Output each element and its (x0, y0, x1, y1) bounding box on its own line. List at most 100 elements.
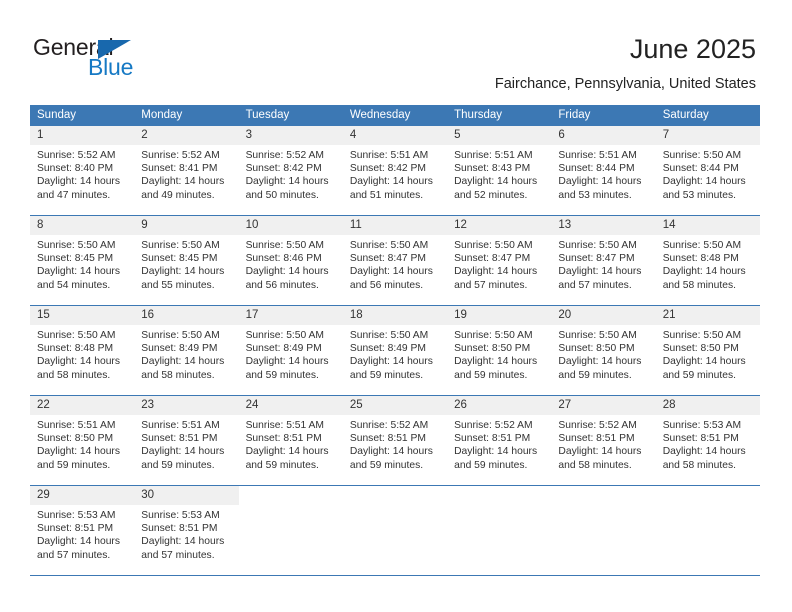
sunset-text: Sunset: 8:51 PM (662, 433, 739, 445)
day-number: 13 (551, 216, 656, 235)
calendar-day-cell[interactable]: 10 Sunrise: 5:50 AM Sunset: 8:46 PM Dayligh… (238, 215, 343, 306)
daylight-text: Daylight: 14 hours and 59 minutes. (37, 446, 120, 471)
sunrise-text: Sunrise: 5:50 AM (558, 330, 637, 341)
calendar-day-cell[interactable]: 30 Sunrise: 5:53 AM Sunset: 8:51 PM Dayligh… (134, 485, 239, 576)
day-number: 10 (238, 216, 343, 235)
day-sun-info: Sunrise: 5:50 AM Sunset: 8:47 PM Daylight:… (343, 235, 447, 292)
sunset-text: Sunset: 8:51 PM (245, 433, 322, 445)
calendar-week-row: 15 Sunrise: 5:50 AM Sunset: 8:48 PM Dayligh… (30, 305, 760, 396)
sunset-text: Sunset: 8:51 PM (349, 433, 426, 445)
calendar-day-cell[interactable]: 29 Sunrise: 5:53 AM Sunset: 8:51 PM Dayligh… (30, 485, 135, 576)
day-sun-info: Sunrise: 5:52 AM Sunset: 8:40 PM Daylight:… (30, 145, 134, 202)
calendar-cell-empty (551, 485, 656, 576)
day-sun-info: Sunrise: 5:50 AM Sunset: 8:50 PM Daylight:… (447, 325, 551, 382)
calendar-week-row: 29 Sunrise: 5:53 AM Sunset: 8:51 PM Dayligh… (30, 485, 760, 576)
calendar-day-cell[interactable]: 4 Sunrise: 5:51 AM Sunset: 8:42 PM Daylight… (342, 126, 448, 216)
sunrise-text: Sunrise: 5:50 AM (662, 150, 742, 161)
day-sun-info: Sunrise: 5:50 AM Sunset: 8:49 PM Daylight:… (134, 325, 238, 382)
daylight-text: Daylight: 14 hours and 57 minutes. (454, 266, 538, 291)
sunset-text: Sunset: 8:47 PM (454, 253, 531, 265)
calendar-day-cell[interactable]: 15 Sunrise: 5:50 AM Sunset: 8:48 PM Dayligh… (30, 305, 135, 396)
page-header: General Blue June 2025 Fairchance, Penns… (0, 0, 792, 100)
daylight-text: Daylight: 14 hours and 59 minutes. (141, 446, 225, 471)
daylight-text: Daylight: 14 hours and 51 minutes. (349, 176, 433, 201)
generalblue-logo[interactable]: General Blue (33, 34, 223, 84)
calendar-cell-empty (655, 485, 760, 576)
sunset-text: Sunset: 8:47 PM (558, 253, 635, 265)
day-number (239, 486, 343, 505)
calendar-page: General Blue June 2025 Fairchance, Penns… (0, 0, 792, 612)
calendar-day-cell[interactable]: 16 Sunrise: 5:50 AM Sunset: 8:49 PM Dayligh… (134, 305, 239, 396)
calendar-day-cell[interactable]: 9 Sunrise: 5:50 AM Sunset: 8:45 PM Daylight… (134, 215, 239, 306)
calendar-day-cell[interactable]: 24 Sunrise: 5:51 AM Sunset: 8:51 PM Dayligh… (238, 395, 343, 486)
day-number: 7 (655, 126, 760, 145)
daylight-text: Daylight: 14 hours and 50 minutes. (245, 176, 329, 201)
sunrise-text: Sunrise: 5:53 AM (662, 420, 742, 431)
day-sun-info: Sunrise: 5:50 AM Sunset: 8:44 PM Daylight:… (656, 145, 760, 202)
weekday-header-sunday: Sunday (30, 105, 135, 126)
calendar-day-cell[interactable]: 26 Sunrise: 5:52 AM Sunset: 8:51 PM Dayligh… (447, 395, 552, 486)
daylight-text: Daylight: 14 hours and 54 minutes. (37, 266, 120, 291)
day-number: 12 (447, 216, 552, 235)
daylight-text: Daylight: 14 hours and 52 minutes. (454, 176, 538, 201)
calendar-week-row: 22 Sunrise: 5:51 AM Sunset: 8:50 PM Dayligh… (30, 395, 760, 486)
day-sun-info: Sunrise: 5:52 AM Sunset: 8:51 PM Daylight:… (551, 415, 655, 472)
day-sun-info: Sunrise: 5:51 AM Sunset: 8:51 PM Daylight:… (134, 415, 238, 472)
calendar-day-cell[interactable]: 12 Sunrise: 5:50 AM Sunset: 8:47 PM Dayligh… (447, 215, 552, 306)
sunrise-text: Sunrise: 5:51 AM (558, 150, 637, 161)
calendar-day-cell[interactable]: 17 Sunrise: 5:50 AM Sunset: 8:49 PM Dayligh… (238, 305, 343, 396)
calendar-day-cell[interactable]: 11 Sunrise: 5:50 AM Sunset: 8:47 PM Dayligh… (342, 215, 448, 306)
sunrise-text: Sunrise: 5:51 AM (245, 420, 324, 431)
sunset-text: Sunset: 8:43 PM (454, 163, 531, 175)
calendar-day-cell[interactable]: 8 Sunrise: 5:50 AM Sunset: 8:45 PM Daylight… (30, 215, 135, 306)
calendar-day-cell[interactable]: 18 Sunrise: 5:50 AM Sunset: 8:49 PM Dayligh… (342, 305, 448, 396)
calendar-day-cell[interactable]: 28 Sunrise: 5:53 AM Sunset: 8:51 PM Dayligh… (655, 395, 760, 486)
sunrise-text: Sunrise: 5:51 AM (454, 150, 533, 161)
calendar-day-cell[interactable]: 13 Sunrise: 5:50 AM Sunset: 8:47 PM Dayligh… (551, 215, 656, 306)
calendar-day-cell[interactable]: 23 Sunrise: 5:51 AM Sunset: 8:51 PM Dayligh… (134, 395, 239, 486)
calendar-day-cell[interactable]: 7 Sunrise: 5:50 AM Sunset: 8:44 PM Daylight… (655, 126, 760, 216)
sunset-text: Sunset: 8:51 PM (141, 523, 218, 535)
day-sun-info: Sunrise: 5:51 AM Sunset: 8:43 PM Daylight:… (447, 145, 551, 202)
calendar-day-cell[interactable]: 3 Sunrise: 5:52 AM Sunset: 8:42 PM Daylight… (238, 126, 343, 216)
weekday-header-friday: Friday (551, 105, 656, 126)
sunset-text: Sunset: 8:51 PM (37, 523, 114, 535)
calendar-day-cell[interactable]: 19 Sunrise: 5:50 AM Sunset: 8:50 PM Dayligh… (447, 305, 552, 396)
calendar-day-cell[interactable]: 14 Sunrise: 5:50 AM Sunset: 8:48 PM Dayligh… (655, 215, 760, 306)
calendar-day-cell[interactable]: 27 Sunrise: 5:52 AM Sunset: 8:51 PM Dayligh… (551, 395, 656, 486)
day-sun-info: Sunrise: 5:50 AM Sunset: 8:45 PM Daylight:… (134, 235, 238, 292)
sunset-text: Sunset: 8:50 PM (37, 433, 114, 445)
sunset-text: Sunset: 8:49 PM (245, 343, 322, 355)
calendar-day-cell[interactable]: 5 Sunrise: 5:51 AM Sunset: 8:43 PM Daylight… (447, 126, 552, 216)
day-sun-info: Sunrise: 5:53 AM Sunset: 8:51 PM Daylight:… (30, 505, 134, 562)
day-sun-info: Sunrise: 5:50 AM Sunset: 8:46 PM Daylight:… (239, 235, 343, 292)
day-number: 14 (655, 216, 760, 235)
day-sun-info: Sunrise: 5:51 AM Sunset: 8:42 PM Daylight:… (343, 145, 447, 202)
calendar-day-cell[interactable]: 22 Sunrise: 5:51 AM Sunset: 8:50 PM Dayligh… (30, 395, 135, 486)
calendar-cell-empty (342, 485, 448, 576)
sunset-text: Sunset: 8:42 PM (349, 163, 426, 175)
calendar-day-cell[interactable]: 1 Sunrise: 5:52 AM Sunset: 8:40 PM Daylight… (30, 126, 135, 216)
sunrise-text: Sunrise: 5:50 AM (454, 240, 533, 251)
calendar-day-cell[interactable]: 25 Sunrise: 5:52 AM Sunset: 8:51 PM Dayligh… (342, 395, 448, 486)
sunset-text: Sunset: 8:48 PM (37, 343, 114, 355)
calendar-day-cell[interactable]: 2 Sunrise: 5:52 AM Sunset: 8:41 PM Daylight… (134, 126, 239, 216)
weekday-header-row: Sunday Monday Tuesday Wednesday Thursday… (30, 105, 760, 126)
sunrise-text: Sunrise: 5:52 AM (141, 150, 220, 161)
day-number: 21 (655, 306, 760, 325)
day-sun-info: Sunrise: 5:50 AM Sunset: 8:45 PM Daylight:… (30, 235, 134, 292)
daylight-text: Daylight: 14 hours and 49 minutes. (141, 176, 225, 201)
day-number: 20 (551, 306, 656, 325)
day-number: 16 (134, 306, 239, 325)
day-sun-info: Sunrise: 5:50 AM Sunset: 8:49 PM Daylight:… (343, 325, 447, 382)
sunrise-text: Sunrise: 5:53 AM (141, 510, 220, 521)
sunrise-text: Sunrise: 5:52 AM (245, 150, 324, 161)
daylight-text: Daylight: 14 hours and 57 minutes. (558, 266, 642, 291)
calendar-day-cell[interactable]: 6 Sunrise: 5:51 AM Sunset: 8:44 PM Daylight… (551, 126, 656, 216)
sunset-text: Sunset: 8:50 PM (454, 343, 531, 355)
sunrise-text: Sunrise: 5:50 AM (662, 240, 742, 251)
calendar-day-cell[interactable]: 20 Sunrise: 5:50 AM Sunset: 8:50 PM Dayligh… (551, 305, 656, 396)
day-number: 25 (342, 396, 448, 415)
calendar-day-cell[interactable]: 21 Sunrise: 5:50 AM Sunset: 8:50 PM Dayligh… (655, 305, 760, 396)
day-sun-info: Sunrise: 5:51 AM Sunset: 8:51 PM Daylight:… (239, 415, 343, 472)
